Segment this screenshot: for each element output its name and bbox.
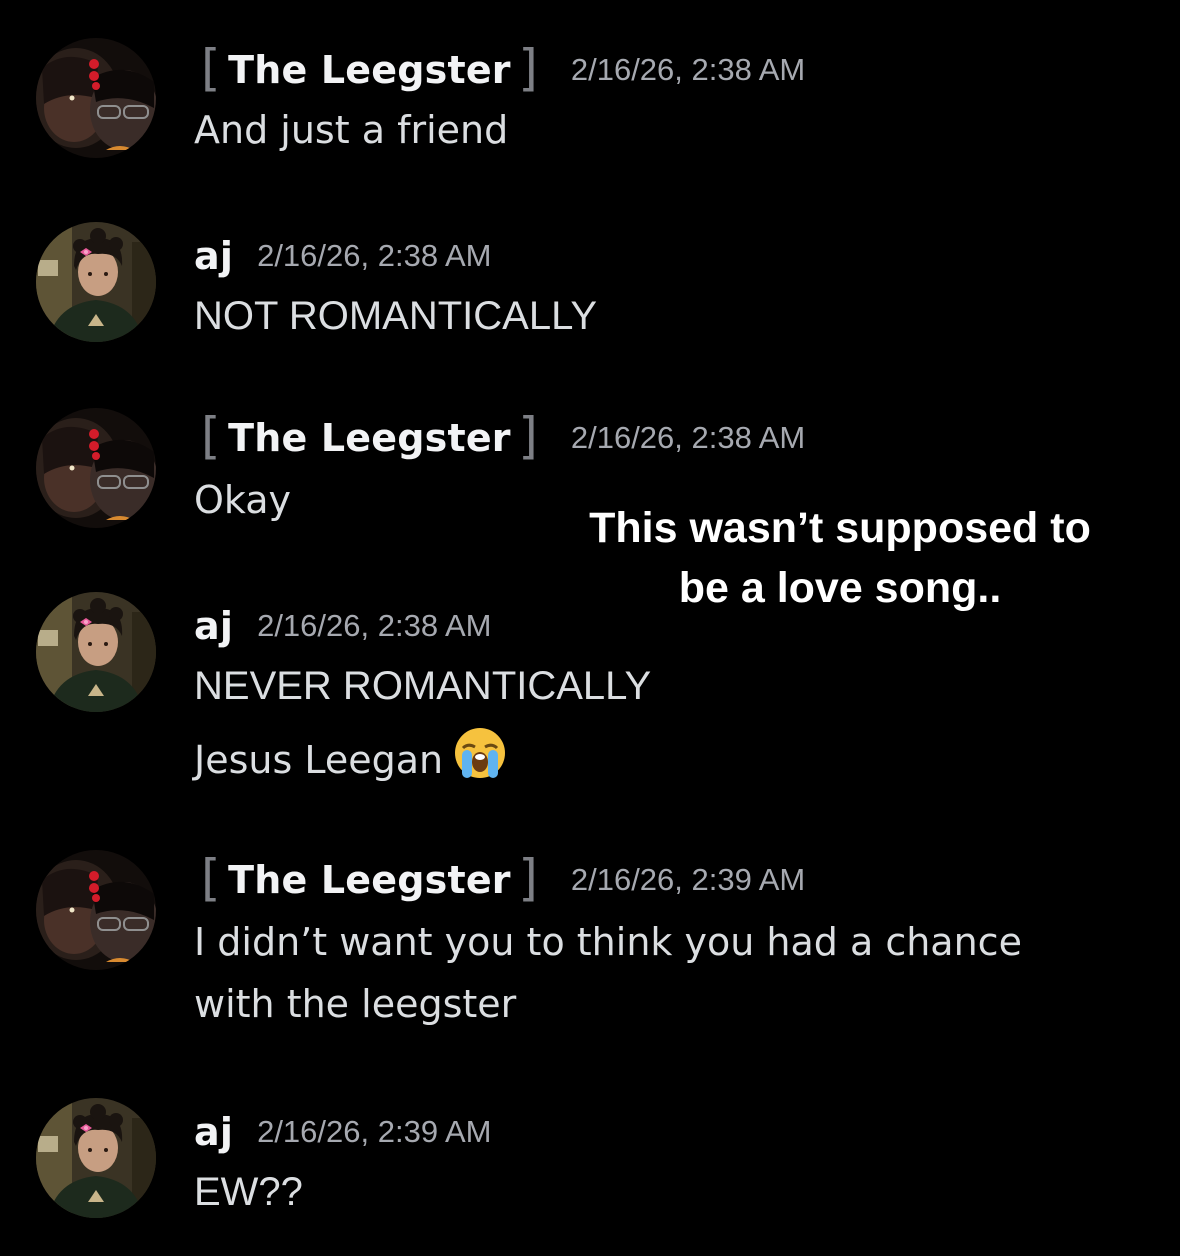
message-header: [ The Leegster ] 2/16/26, 2:39 AM xyxy=(194,852,805,908)
left-bracket-icon: [ xyxy=(194,407,225,465)
username[interactable]: aj xyxy=(194,604,233,648)
message-text: NOT ROMANTICALLY xyxy=(194,294,598,338)
right-bracket-icon: ] xyxy=(514,849,545,907)
overlay-caption-line: be a love song.. xyxy=(678,564,1002,612)
message-header: [ The Leegster ] 2/16/26, 2:38 AM xyxy=(194,42,805,98)
timestamp: 2/16/26, 2:38 AM xyxy=(257,238,492,273)
right-bracket-icon: ] xyxy=(514,407,545,465)
message-text: with the leegster xyxy=(194,982,517,1026)
message-header: aj 2/16/26, 2:39 AM xyxy=(194,1104,491,1160)
message-text: I didn’t want you to think you had a cha… xyxy=(194,920,1022,964)
message-text: EW?? xyxy=(194,1170,303,1214)
message-text: Jesus Leegan xyxy=(194,728,507,791)
leegster-avatar-icon[interactable] xyxy=(36,38,156,158)
aj-avatar-icon[interactable] xyxy=(36,592,156,712)
username[interactable]: The Leegster xyxy=(228,416,511,460)
username[interactable]: The Leegster xyxy=(228,858,511,902)
message-text: NEVER ROMANTICALLY xyxy=(194,664,652,708)
timestamp: 2/16/26, 2:39 AM xyxy=(570,862,806,897)
leegster-avatar-icon[interactable] xyxy=(36,850,156,970)
overlay-caption: This wasn’t supposed to be a love song.. xyxy=(530,498,1150,618)
timestamp: 2/16/26, 2:38 AM xyxy=(570,52,806,87)
loudly-crying-face-icon xyxy=(453,726,507,791)
timestamp: 2/16/26, 2:38 AM xyxy=(257,608,492,643)
left-bracket-icon: [ xyxy=(194,849,225,907)
message-header: [ The Leegster ] 2/16/26, 2:38 AM xyxy=(194,410,805,466)
message-text: And just a friend xyxy=(194,108,509,152)
username[interactable]: aj xyxy=(194,1110,233,1154)
message-header: aj 2/16/26, 2:38 AM xyxy=(194,228,491,284)
message-text: Okay xyxy=(194,478,292,522)
timestamp: 2/16/26, 2:38 AM xyxy=(570,420,806,455)
message-header: aj 2/16/26, 2:38 AM xyxy=(194,598,491,654)
username[interactable]: The Leegster xyxy=(228,48,511,92)
message-text-span: Jesus Leegan xyxy=(194,737,444,782)
timestamp: 2/16/26, 2:39 AM xyxy=(257,1114,492,1149)
aj-avatar-icon[interactable] xyxy=(36,222,156,342)
overlay-caption-line: This wasn’t supposed to xyxy=(589,504,1091,552)
username[interactable]: aj xyxy=(194,234,233,278)
right-bracket-icon: ] xyxy=(514,39,545,97)
leegster-avatar-icon[interactable] xyxy=(36,408,156,528)
aj-avatar-icon[interactable] xyxy=(36,1098,156,1218)
left-bracket-icon: [ xyxy=(194,39,225,97)
